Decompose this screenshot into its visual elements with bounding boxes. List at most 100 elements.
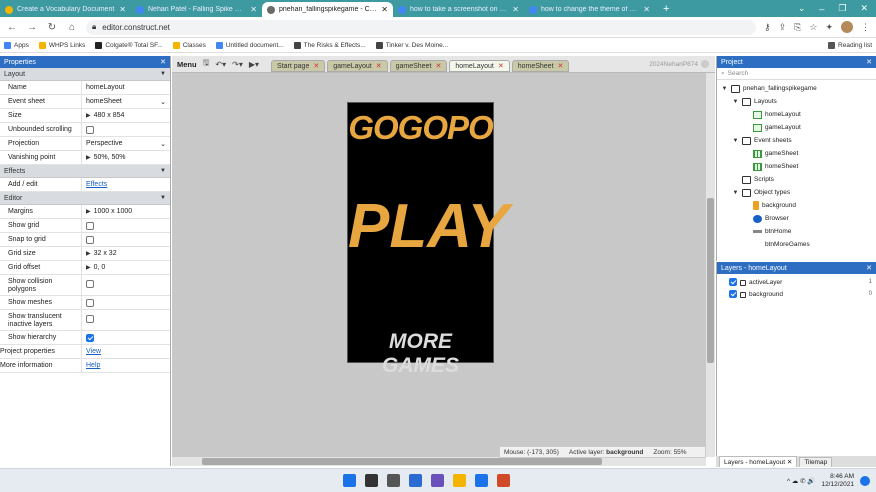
close-panel-icon[interactable]: ✕ bbox=[866, 58, 872, 66]
section-effects[interactable]: Effects ▼ bbox=[0, 165, 170, 178]
margins-value[interactable]: ▶ 1000 x 1000 bbox=[82, 205, 170, 218]
close-tab-icon[interactable]: ✕ bbox=[313, 62, 319, 70]
section-layout[interactable]: Layout ▼ bbox=[0, 68, 170, 81]
close-panel-icon[interactable]: ✕ bbox=[160, 58, 166, 66]
effects-link[interactable]: Effects bbox=[86, 181, 107, 188]
projection-select[interactable]: Perspective ⌄ bbox=[82, 137, 170, 150]
expand-arrow-icon[interactable]: ▼ bbox=[732, 190, 739, 196]
show-grid-checkbox[interactable] bbox=[86, 222, 94, 230]
expand-icon[interactable]: ▶ bbox=[86, 208, 91, 215]
translucent-checkbox[interactable] bbox=[86, 315, 94, 323]
minimize-icon[interactable]: – bbox=[819, 4, 824, 14]
view-link[interactable]: View bbox=[86, 348, 101, 355]
start-icon[interactable] bbox=[343, 474, 356, 487]
play-button[interactable]: PLAY bbox=[348, 191, 509, 262]
game-title-text[interactable]: GOGOPO bbox=[348, 109, 493, 147]
close-tab-icon[interactable]: ✕ bbox=[119, 5, 126, 14]
save-icon[interactable]: 🖫︎ bbox=[203, 57, 210, 71]
back-icon[interactable]: ← bbox=[6, 22, 18, 33]
url-field[interactable]: 🔒︎ editor.construct.net bbox=[86, 19, 757, 35]
editor-tab[interactable]: gameSheet ✕ bbox=[389, 60, 448, 72]
gridsize-value[interactable]: ▶ 32 x 32 bbox=[82, 247, 170, 260]
close-panel-icon[interactable]: ✕ bbox=[866, 264, 872, 272]
taskbar-app-icon[interactable] bbox=[431, 474, 444, 487]
eventsheet-select[interactable]: homeSheet ⌄ bbox=[82, 95, 170, 108]
bookmark-item[interactable]: Colgate® Total SF... bbox=[95, 41, 163, 49]
editor-tab[interactable]: homeLayout ✕ bbox=[449, 60, 510, 72]
snap-grid-checkbox[interactable] bbox=[86, 236, 94, 244]
expand-arrow-icon[interactable]: ▼ bbox=[721, 86, 728, 92]
close-tab-icon[interactable]: ✕ bbox=[381, 5, 388, 14]
tree-item[interactable]: gameLayout bbox=[717, 121, 876, 134]
layer-visible-checkbox[interactable] bbox=[729, 290, 737, 298]
layer-visible-checkbox[interactable] bbox=[729, 278, 737, 286]
layout-canvas[interactable]: GOGOPO PLAY MORE GAMES bbox=[172, 73, 706, 457]
horizontal-scrollbar[interactable] bbox=[172, 457, 706, 466]
tree-item[interactable]: Scripts bbox=[717, 173, 876, 186]
tree-item[interactable]: homeSheet bbox=[717, 160, 876, 173]
hierarchy-checkbox[interactable] bbox=[86, 334, 94, 342]
lock-icon[interactable] bbox=[740, 280, 746, 286]
editor-tab[interactable]: homeSheet ✕ bbox=[511, 60, 570, 72]
play-icon[interactable]: ▶▾ bbox=[249, 60, 259, 69]
tab-layers[interactable]: Layers - homeLayout ✕ bbox=[719, 456, 798, 467]
tree-item[interactable]: ▼ pnehan_fallingspikegame bbox=[717, 82, 876, 95]
tab-search-icon[interactable]: ⌄ bbox=[798, 3, 806, 14]
close-tab-icon[interactable]: ✕ bbox=[376, 62, 382, 70]
expand-icon[interactable]: ▶ bbox=[86, 264, 91, 271]
bookmark-item[interactable]: Untitled document... bbox=[215, 41, 284, 49]
collision-checkbox[interactable] bbox=[86, 280, 94, 288]
tree-item[interactable]: background bbox=[717, 199, 876, 212]
bookmark-item[interactable]: Tinker v. Des Moine... bbox=[375, 41, 448, 49]
home-icon[interactable]: ⌂ bbox=[66, 22, 78, 33]
reload-icon[interactable]: ↻ bbox=[46, 22, 58, 33]
browser-tab[interactable]: Nehan Patel - Falling Spike Game ✕ bbox=[131, 2, 262, 17]
tree-item[interactable]: ▼ Event sheets bbox=[717, 134, 876, 147]
name-input[interactable]: homeLayout bbox=[82, 81, 170, 94]
scroll-thumb[interactable] bbox=[202, 458, 602, 465]
expand-arrow-icon[interactable]: ▼ bbox=[732, 99, 739, 105]
restore-icon[interactable]: ❐ bbox=[838, 3, 846, 14]
close-tab-icon[interactable]: ✕ bbox=[498, 62, 504, 70]
avatar[interactable] bbox=[841, 21, 853, 33]
star-icon[interactable]: ☆ bbox=[809, 22, 817, 33]
close-window-icon[interactable]: ✕ bbox=[860, 3, 868, 14]
new-tab-button[interactable]: + bbox=[655, 2, 677, 17]
clock[interactable]: 8:46 AM 12/12/2021 bbox=[821, 473, 854, 489]
browser-tab[interactable]: Create a Vocabulary Document ✕ bbox=[0, 2, 131, 17]
taskbar-app-icon[interactable] bbox=[387, 474, 400, 487]
expand-icon[interactable]: ▶ bbox=[86, 112, 91, 119]
more-icon[interactable]: ⋮ bbox=[861, 22, 870, 33]
tree-item[interactable]: gameSheet bbox=[717, 147, 876, 160]
more-games-button[interactable]: MORE GAMES bbox=[348, 330, 493, 378]
help-link[interactable]: Help bbox=[86, 362, 100, 369]
bookmark-item[interactable]: Classes bbox=[172, 41, 206, 49]
bookmark-item[interactable]: Apps bbox=[4, 41, 29, 49]
tree-item[interactable]: Browser bbox=[717, 212, 876, 225]
layer-row[interactable]: activeLayer 1 bbox=[717, 276, 876, 288]
close-tab-icon[interactable]: ✕ bbox=[643, 5, 650, 14]
bookmark-item[interactable]: The Risks & Effects... bbox=[293, 41, 366, 49]
expand-arrow-icon[interactable]: ▼ bbox=[732, 138, 739, 144]
taskbar-app-icon[interactable] bbox=[497, 474, 510, 487]
taskbar-app-icon[interactable] bbox=[409, 474, 422, 487]
unbounded-checkbox[interactable] bbox=[86, 126, 94, 134]
tree-item[interactable]: ▼ Object types bbox=[717, 186, 876, 199]
browser-tab[interactable]: how to take a screenshot on windows ✕ bbox=[393, 2, 524, 17]
tray-icons[interactable]: ^ ☁ ✆ 🔊 bbox=[787, 477, 816, 485]
close-tab-icon[interactable]: ✕ bbox=[435, 62, 441, 70]
vanishing-value[interactable]: ▶ 50%, 50% bbox=[82, 151, 170, 164]
redo-icon[interactable]: ↷▾ bbox=[232, 60, 243, 69]
tree-item[interactable]: homeLayout bbox=[717, 108, 876, 121]
size-value[interactable]: ▶ 480 x 854 bbox=[82, 109, 170, 122]
key-icon[interactable]: ⚷ bbox=[764, 22, 771, 33]
expand-icon[interactable]: ▶ bbox=[86, 154, 91, 161]
meshes-checkbox[interactable] bbox=[86, 299, 94, 307]
taskbar-app-icon[interactable] bbox=[453, 474, 466, 487]
vertical-scrollbar[interactable] bbox=[706, 73, 715, 457]
tab-tilemap[interactable]: Tilemap bbox=[799, 457, 833, 467]
user-account[interactable]: 2024NehanP874 bbox=[649, 60, 715, 68]
scroll-thumb[interactable] bbox=[707, 198, 714, 363]
tree-item[interactable]: ▼ Layouts bbox=[717, 95, 876, 108]
notification-icon[interactable] bbox=[860, 475, 870, 486]
